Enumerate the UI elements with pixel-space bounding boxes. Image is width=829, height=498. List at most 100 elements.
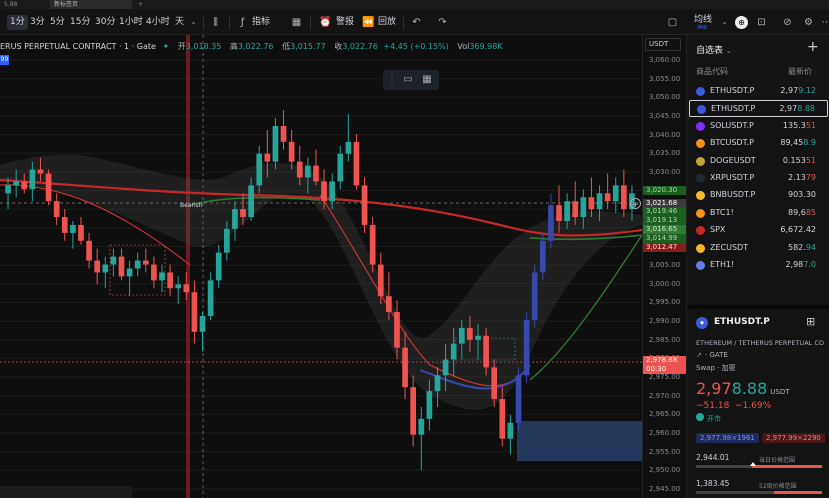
detail-grid-icon[interactable]: ⊞ bbox=[806, 315, 815, 328]
interval-1d[interactable]: 天 bbox=[175, 15, 184, 30]
object-tree-icon[interactable]: ⊘ bbox=[781, 16, 794, 29]
interval-15m[interactable]: 15分 bbox=[70, 15, 90, 30]
watchlist-row[interactable]: DOGEUSDT 0.15351 bbox=[689, 153, 828, 170]
watchlist-row[interactable]: ZECUSDT 582.94 bbox=[689, 240, 828, 257]
candle-body bbox=[5, 185, 11, 194]
indicators-icon[interactable]: ƒ bbox=[236, 16, 249, 29]
price-tick: 2,960.00 bbox=[649, 429, 681, 437]
indicators-button[interactable]: 指标 bbox=[252, 15, 270, 30]
candle-body bbox=[151, 264, 157, 281]
ask-box: 2,977.99×2290 bbox=[762, 433, 825, 443]
candle-body bbox=[86, 240, 92, 261]
replay-button[interactable]: 回放 bbox=[378, 15, 396, 30]
ma-dropdown-icon[interactable]: ⌄ bbox=[718, 16, 731, 29]
interval-5m[interactable]: 5分 bbox=[50, 15, 65, 30]
candle-body bbox=[450, 343, 457, 360]
toolbar-divider bbox=[310, 17, 311, 29]
quick-search-icon[interactable]: ⊕ bbox=[735, 16, 748, 29]
indicator-count-badge[interactable]: 99 bbox=[0, 55, 9, 65]
watchlist-row[interactable]: SOLUSDT.P 135.351 bbox=[689, 118, 828, 135]
candle-body bbox=[256, 153, 263, 186]
candle-body bbox=[612, 185, 619, 202]
watchlist-row[interactable]: ETHUSDT.P 2,979.12 bbox=[689, 83, 828, 100]
candle-body bbox=[621, 185, 627, 210]
candle-body bbox=[507, 422, 514, 439]
new-tab-button[interactable]: + bbox=[134, 0, 147, 9]
candle-body bbox=[126, 268, 133, 277]
undo-icon[interactable]: ↶ bbox=[410, 16, 423, 29]
currency-select[interactable]: USDT bbox=[645, 38, 681, 51]
watchlist-row[interactable]: SPX 6,672.42 bbox=[689, 222, 828, 239]
price-label-green: 3,016.65 bbox=[643, 225, 687, 234]
watchlist-title[interactable]: 自选表 ⌄ bbox=[696, 43, 732, 56]
price-tick: 3,060.00 bbox=[649, 56, 681, 64]
watchlist-price: 903.30 bbox=[788, 190, 816, 200]
watchlist-row[interactable]: BTCUSDT.P 89,458.9 bbox=[689, 135, 828, 152]
replay-icon[interactable]: ⏪ bbox=[362, 16, 375, 29]
watchlist-row[interactable]: BNBUSDT.P 903.30 bbox=[689, 187, 828, 204]
price-tick: 3,040.00 bbox=[649, 130, 681, 139]
price-axis[interactable]: USDT 3,060.00 3,055.00 3,050.00 3,045.00 3,0… bbox=[630, 35, 687, 498]
interval-1m[interactable]: 1分 bbox=[7, 15, 28, 30]
candle-body bbox=[248, 185, 254, 218]
camera-snapshot-icon[interactable]: ⊡ bbox=[755, 16, 768, 29]
interval-30m[interactable]: 30分 bbox=[95, 15, 115, 30]
candle-body bbox=[215, 252, 222, 281]
more-icon[interactable]: ⋯ bbox=[820, 16, 829, 29]
legend-symbol[interactable]: ERUS PERPETUAL CONTRACT · 1 · Gate bbox=[0, 42, 156, 51]
comment-icon[interactable]: ▭ bbox=[401, 73, 415, 87]
watchlist-price: 0.15351 bbox=[782, 155, 816, 165]
coin-icon bbox=[696, 121, 705, 131]
market-status: 开市 bbox=[707, 415, 721, 423]
price-tick: 2,955.00 bbox=[649, 447, 681, 456]
fullscreen-square-icon[interactable]: ▢ bbox=[666, 16, 679, 29]
settings-gear-icon[interactable]: ⚙ bbox=[802, 16, 815, 29]
watchlist-row[interactable]: BTC1! 89,685 bbox=[689, 205, 828, 222]
candle-body bbox=[580, 197, 587, 218]
layout-grid-icon[interactable]: ▦ bbox=[290, 16, 303, 29]
grid-table-icon[interactable]: ▦ bbox=[420, 73, 434, 87]
price-label-red: 3,012.47 bbox=[643, 243, 687, 252]
watchlist-row[interactable]: ETH1! 2,987.0 bbox=[689, 257, 828, 274]
detail-symbol[interactable]: ETHUSDT.P bbox=[714, 317, 770, 327]
candle-body bbox=[467, 327, 473, 340]
candle-body bbox=[191, 292, 198, 332]
drag-handle-icon[interactable]: ⋮ bbox=[385, 73, 399, 87]
browser-tab-1[interactable]: 5.88 bbox=[0, 0, 21, 9]
alert-button[interactable]: 警报 bbox=[336, 15, 354, 30]
watchlist-header-price[interactable]: 最新价 bbox=[788, 66, 812, 77]
price-tick: 3,000.00 bbox=[649, 279, 681, 288]
watchlist-header-symbol[interactable]: 商品代码 bbox=[696, 66, 728, 77]
bar-countdown-label: 00:30 bbox=[643, 365, 687, 374]
watchlist-row[interactable]: ETHUSDT.P 2,978.88 bbox=[689, 100, 828, 118]
watchlist-row[interactable]: XRPUSDT.P 2.1379 bbox=[689, 170, 828, 187]
interval-4h[interactable]: 4小时 bbox=[146, 15, 170, 30]
redo-icon[interactable]: ↷ bbox=[436, 16, 449, 29]
candle-body bbox=[232, 209, 238, 229]
price-tick: 2,945.00 bbox=[649, 484, 681, 493]
session-marker-line bbox=[186, 35, 190, 498]
candle-body bbox=[515, 375, 522, 423]
browser-tab-2[interactable]: 新标签页 bbox=[50, 0, 132, 9]
candle-body bbox=[394, 312, 400, 348]
candle-type-icon[interactable]: ⫼ bbox=[209, 16, 222, 29]
candle-body bbox=[70, 224, 76, 233]
low-52w-value: 1,383.45 bbox=[696, 479, 730, 488]
interval-3m[interactable]: 3分 bbox=[30, 15, 45, 30]
add-symbol-icon[interactable]: + bbox=[807, 39, 819, 55]
price-tick: 2,990.00 bbox=[649, 317, 681, 326]
add-alert-plus-icon[interactable]: + bbox=[630, 198, 641, 209]
alert-clock-icon[interactable]: ⏰ bbox=[319, 16, 332, 29]
coin-icon bbox=[696, 87, 705, 96]
candle-body bbox=[491, 367, 498, 400]
interval-1h[interactable]: 1小时 bbox=[119, 15, 143, 30]
current-price-label: 2,978.88 bbox=[643, 356, 687, 365]
price-tick: 3,030.00 bbox=[649, 167, 681, 176]
interval-dropdown-icon[interactable]: ⌄ bbox=[187, 16, 200, 29]
detail-last-price: 2,978.88 USDT bbox=[696, 379, 790, 398]
candlestick-chart-svg[interactable]: Bearish bbox=[0, 35, 642, 498]
symbol-detail-panel: ◆ ETHUSDT.P ⊞ ETHEREUM / TETHERUS PERPET… bbox=[687, 309, 829, 498]
main-chart[interactable]: Bearish ERUS PERPETUAL CONTRACT · 1 · Ga… bbox=[0, 35, 642, 498]
detail-exchange[interactable]: · GATE bbox=[705, 351, 728, 359]
external-link-icon[interactable]: ↗ bbox=[696, 351, 702, 359]
